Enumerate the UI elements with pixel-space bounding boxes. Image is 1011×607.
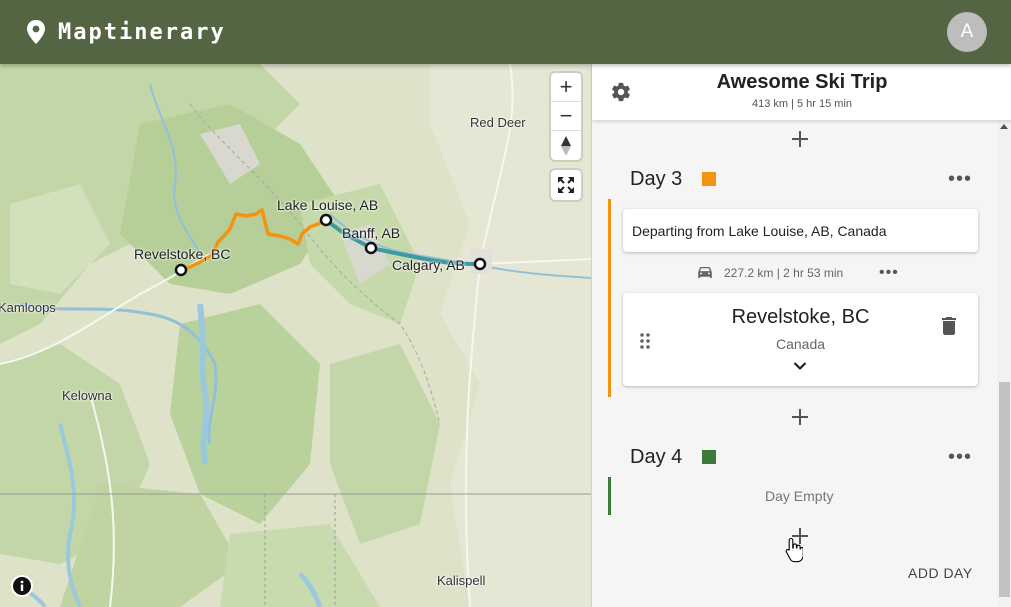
map-label-kelowna: Kelowna [62,388,112,403]
map-view[interactable]: Red Deer Kamloops Kelowna Kalispell Lake… [0,64,591,607]
day-color-bar [608,477,611,515]
add-stop-button[interactable] [792,409,808,425]
app-name: Maptinerary [58,19,226,45]
zoom-controls: + − [551,73,581,160]
trip-title[interactable]: Awesome Ski Trip [592,71,1011,94]
map-terrain [0,64,591,607]
map-pin-icon [27,20,45,44]
departure-text: Departing from Lake Louise, AB, Canada [632,223,887,239]
day-options-icon[interactable]: ••• [948,169,972,189]
trip-stats: 413 km | 5 hr 15 min [751,98,853,110]
itinerary-panel: Awesome Ski Trip 413 km | 5 hr 15 min Da… [591,64,1011,607]
compass-icon [561,135,571,156]
hand-cursor-icon [785,537,803,563]
trash-icon[interactable] [942,317,956,335]
map-label-kamloops: Kamloops [0,300,56,315]
map-stop-label-lake-louise[interactable]: Lake Louise, AB [277,197,378,213]
map-stop-label-banff[interactable]: Banff, AB [342,225,400,241]
add-stop-button[interactable] [792,131,808,147]
stop-name: Revelstoke, BC [731,306,870,328]
trip-header: Awesome Ski Trip 413 km | 5 hr 15 min [592,64,1011,120]
scroll-up-icon[interactable] [1000,124,1008,129]
top-bar: Maptinerary A [0,0,1011,64]
brand[interactable]: Maptinerary [26,20,226,45]
departure-card: Departing from Lake Louise, AB, Canada [623,209,978,252]
map-label-red-deer: Red Deer [470,115,526,130]
day-empty-text: Day Empty [765,488,834,504]
day-color-swatch[interactable] [702,172,716,186]
fullscreen-icon [558,177,574,193]
map-stop-label-revelstoke[interactable]: Revelstoke, BC [134,246,230,262]
scrollbar[interactable] [997,120,1011,607]
leg-distance-duration: 227.2 km | 2 hr 53 min [724,266,844,280]
day-title: Day 3 [630,168,683,190]
day-options-icon[interactable]: ••• [948,447,972,467]
car-icon [698,266,712,278]
day-color-swatch[interactable] [702,450,716,464]
chevron-down-icon[interactable] [793,361,807,371]
zoom-out-button[interactable]: − [551,102,581,131]
map-label-kalispell: Kalispell [437,573,486,588]
map-stop-label-calgary[interactable]: Calgary, AB [392,257,465,273]
day-color-bar [608,199,611,397]
stop-country: Canada [775,336,826,352]
attribution-info-button[interactable] [11,575,33,597]
zoom-in-button[interactable]: + [551,73,581,102]
scrollbar-thumb[interactable] [999,382,1010,597]
app-root: Maptinerary A Red Deer Kamloops Kelowna … [0,0,1011,607]
stop-card[interactable]: Revelstoke, BC Canada [623,293,978,386]
add-day-button[interactable]: ADD DAY [908,565,973,581]
fullscreen-button[interactable] [551,170,581,200]
day-title: Day 4 [630,446,683,468]
leg-options-icon[interactable]: ••• [879,265,899,281]
compass-button[interactable] [551,131,581,160]
info-icon [13,577,31,595]
avatar[interactable]: A [947,12,987,52]
